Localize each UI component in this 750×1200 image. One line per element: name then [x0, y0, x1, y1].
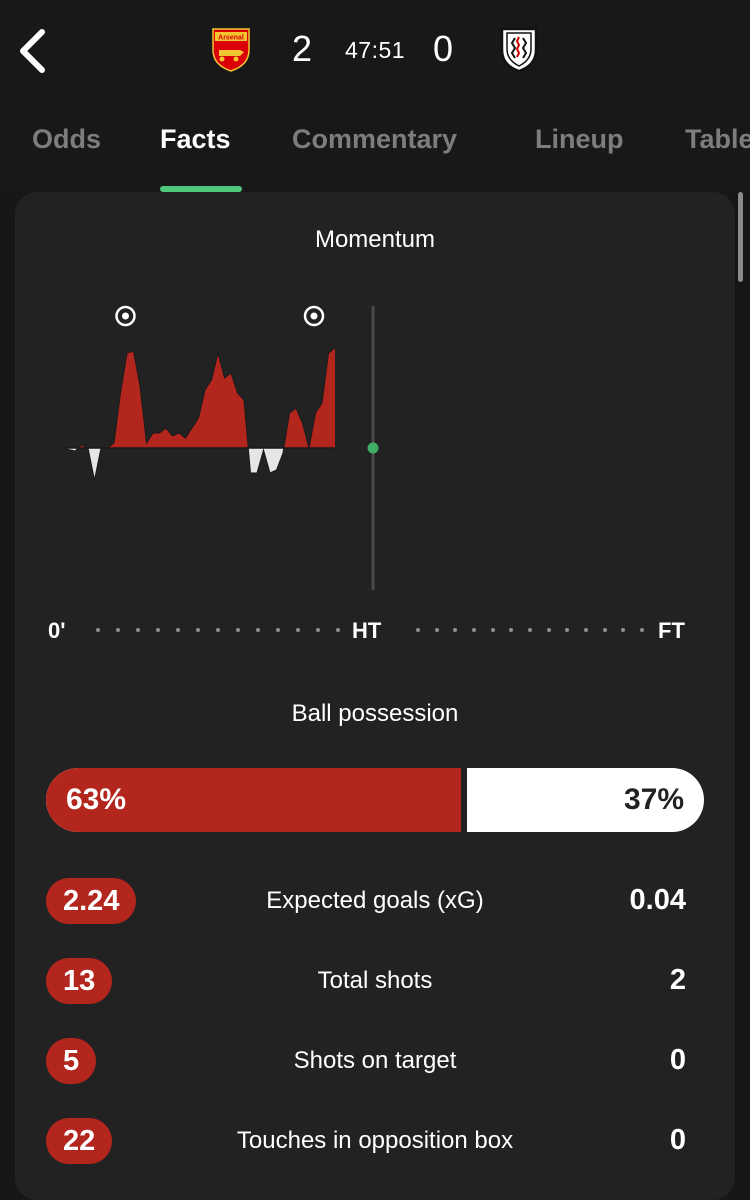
stat-label: Shots on target	[293, 1047, 457, 1074]
stat-row-xg: 2.24 Expected goals (xG) 0.04	[0, 878, 750, 926]
momentum-chart	[61, 305, 379, 590]
timeline-dot	[509, 628, 514, 632]
timeline-dot	[416, 628, 420, 632]
possession-away-value: 37%	[623, 783, 684, 816]
timeline-dot	[236, 628, 240, 632]
tab-table[interactable]: Table	[685, 124, 750, 155]
stat-row-shots-on-target: 5 Shots on target 0	[0, 1038, 750, 1086]
stat-row-total-shots: 13 Total shots 2	[0, 958, 750, 1006]
timeline-dot	[196, 628, 200, 632]
back-arrow-icon[interactable]	[14, 26, 54, 76]
momentum-title: Momentum	[314, 226, 436, 253]
timeline-dot	[640, 628, 644, 632]
timeline-dot	[528, 628, 532, 632]
timeline-dot	[453, 628, 458, 632]
home-team-crest-icon[interactable]: Arsenal	[210, 26, 252, 72]
timeline-dot	[276, 628, 280, 632]
possession-home-value: 63%	[66, 783, 127, 816]
stat-label: Touches in opposition box	[236, 1127, 514, 1154]
stat-away-value: 0.04	[629, 884, 686, 916]
timeline-dot	[336, 628, 340, 632]
timeline-halftime-label: HT	[352, 618, 382, 643]
timeline-fulltime-label: FT	[658, 618, 685, 643]
home-score: 2	[292, 28, 313, 69]
tab-odds[interactable]: Odds	[32, 124, 101, 155]
timeline-dot	[621, 628, 626, 632]
timeline-dot	[472, 628, 476, 632]
match-clock: 47:51	[345, 37, 406, 63]
crest-lettering: Arsenal	[218, 35, 244, 42]
tab-bar: Odds Facts Commentary Lineup Table	[0, 118, 750, 192]
timeline-dot	[216, 628, 220, 632]
match-header: Arsenal 2 47:51 0 Odds Facts Commentary …	[0, 0, 750, 192]
goal-ball-icon	[115, 305, 136, 327]
timeline-dot	[602, 628, 607, 632]
timeline-dot	[296, 628, 300, 632]
timeline-dot	[176, 628, 180, 632]
stat-away-value: 0	[669, 1124, 686, 1156]
timeline-dot	[434, 628, 439, 632]
timeline-dot	[584, 628, 588, 632]
possession-bar: 63% 37%	[46, 768, 704, 832]
possession-divider	[461, 768, 467, 832]
stat-away-value: 2	[669, 964, 686, 996]
stat-label: Total shots	[317, 967, 433, 994]
possession-title: Ball possession	[291, 700, 459, 727]
tab-commentary[interactable]: Commentary	[292, 124, 457, 155]
momentum-home-area	[62, 348, 335, 448]
timeline-dot	[96, 628, 100, 632]
timeline-dot	[116, 628, 120, 632]
timeline-start-label: 0'	[48, 618, 66, 643]
away-score: 0	[433, 28, 454, 69]
tab-lineup[interactable]: Lineup	[535, 124, 624, 155]
match-timeline: 0' HT FT	[48, 618, 692, 648]
timeline-dot	[316, 628, 320, 632]
stat-away-value: 0	[669, 1044, 686, 1076]
timeline-dot	[156, 628, 160, 632]
timeline-dot	[565, 628, 570, 632]
timeline-dot	[490, 628, 495, 632]
timeline-dot	[546, 628, 551, 632]
goal-ball-icon	[303, 305, 325, 327]
timeline-dot	[136, 628, 140, 632]
timeline-dot	[256, 628, 260, 632]
stat-row-touches-box: 22 Touches in opposition box 0	[0, 1118, 750, 1166]
current-minute-dot	[367, 442, 379, 454]
tab-facts[interactable]: Facts	[160, 124, 231, 155]
away-team-crest-icon[interactable]	[498, 26, 540, 72]
